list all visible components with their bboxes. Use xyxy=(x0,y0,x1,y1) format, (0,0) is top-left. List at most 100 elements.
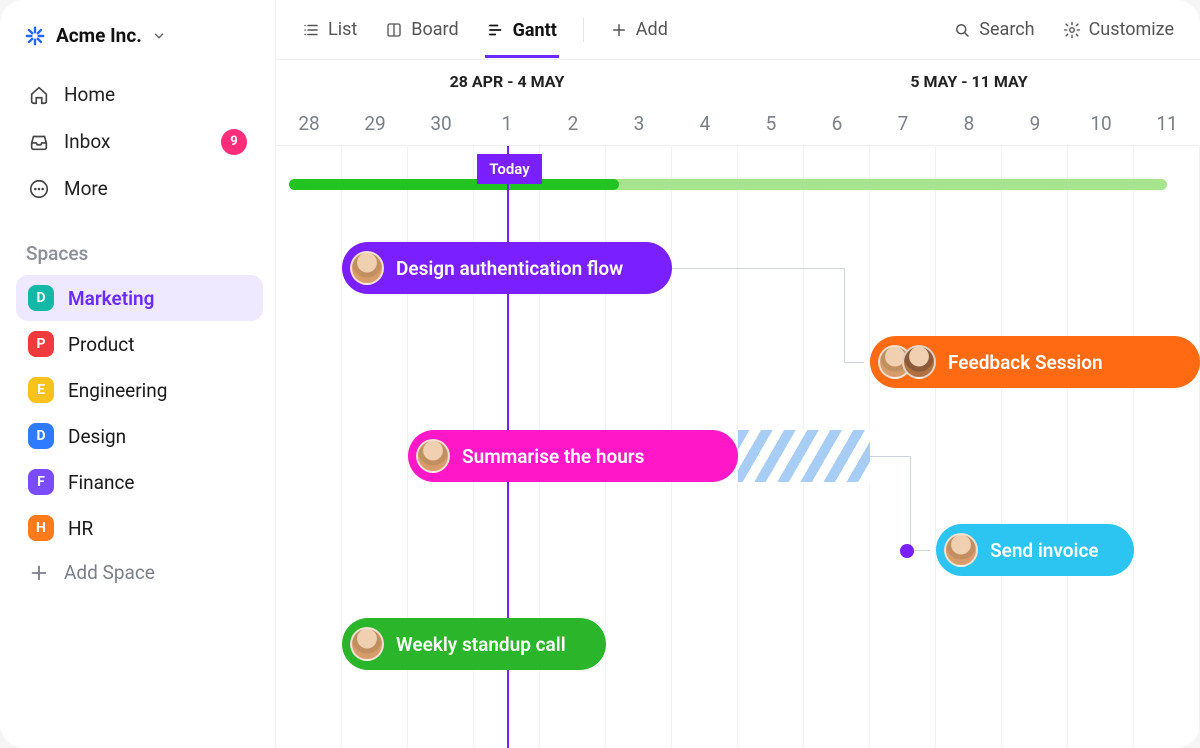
spaces-heading: Spaces xyxy=(26,242,257,265)
space-label: Product xyxy=(68,333,134,356)
sidebar-space-finance[interactable]: F Finance xyxy=(16,459,263,505)
inbox-badge: 9 xyxy=(221,129,247,155)
sidebar-space-marketing[interactable]: D Marketing xyxy=(16,275,263,321)
more-icon xyxy=(28,178,50,200)
space-icon: H xyxy=(28,515,54,541)
view-gantt-label: Gantt xyxy=(513,20,557,41)
task-label: Feedback Session xyxy=(948,351,1103,374)
date-cell[interactable]: 8 xyxy=(936,112,1002,135)
date-cell[interactable]: 11 xyxy=(1134,112,1200,135)
add-space-button[interactable]: Add Space xyxy=(16,551,263,594)
date-cell[interactable]: 2 xyxy=(540,112,606,135)
week-label: 28 APR - 4 MAY xyxy=(276,72,738,91)
task-bar[interactable]: Summarise the hours xyxy=(408,430,738,482)
space-label: Design xyxy=(68,425,126,448)
date-cell[interactable]: 30 xyxy=(408,112,474,135)
date-cell[interactable]: 9 xyxy=(1002,112,1068,135)
nav-more[interactable]: More xyxy=(16,167,263,210)
today-tag: Today xyxy=(477,154,541,184)
view-toolbar: List Board Gantt Add Search xyxy=(276,0,1200,60)
task-label: Design authentication flow xyxy=(396,257,623,280)
inbox-icon xyxy=(28,131,50,153)
list-icon xyxy=(302,21,320,39)
space-icon: F xyxy=(28,469,54,495)
dependency-line xyxy=(910,456,911,550)
date-cell[interactable]: 29 xyxy=(342,112,408,135)
date-cell[interactable]: 6 xyxy=(804,112,870,135)
customize-label: Customize xyxy=(1089,19,1174,40)
view-list[interactable]: List xyxy=(300,13,359,46)
board-icon xyxy=(385,21,403,39)
customize-button[interactable]: Customize xyxy=(1061,13,1176,46)
toolbar-separator xyxy=(583,18,584,42)
view-board[interactable]: Board xyxy=(383,13,460,46)
avatar xyxy=(416,439,450,473)
task-bar[interactable]: Send invoice xyxy=(936,524,1134,576)
space-label: Finance xyxy=(68,471,134,494)
nav-inbox[interactable]: Inbox 9 xyxy=(16,120,263,163)
spaces-list: D MarketingP ProductE EngineeringD Desig… xyxy=(16,275,263,551)
dependency-line xyxy=(672,268,844,269)
task-label: Send invoice xyxy=(990,539,1099,562)
add-view-button[interactable]: Add xyxy=(608,13,670,46)
space-icon: E xyxy=(28,377,54,403)
plus-icon xyxy=(28,562,50,584)
timeline-progress xyxy=(289,179,1167,190)
view-board-label: Board xyxy=(411,19,458,40)
milestone-dot[interactable] xyxy=(900,544,914,558)
sidebar-space-design[interactable]: D Design xyxy=(16,413,263,459)
date-cell[interactable]: 10 xyxy=(1068,112,1134,135)
dependency-line xyxy=(844,362,864,363)
avatar xyxy=(902,345,936,379)
space-icon: P xyxy=(28,331,54,357)
space-label: HR xyxy=(68,517,93,540)
main: List Board Gantt Add Search xyxy=(276,0,1200,748)
avatar xyxy=(350,251,384,285)
add-space-label: Add Space xyxy=(64,561,155,584)
workspace-switcher[interactable]: Acme Inc. xyxy=(16,18,263,61)
date-cell[interactable]: 7 xyxy=(870,112,936,135)
workspace-name: Acme Inc. xyxy=(56,24,142,47)
task-label: Summarise the hours xyxy=(462,445,644,468)
date-cell[interactable]: 3 xyxy=(606,112,672,135)
home-icon xyxy=(28,84,50,106)
sidebar: Acme Inc. Home Inbox 9 More Spaces D Mar… xyxy=(0,0,276,748)
search-button[interactable]: Search xyxy=(951,13,1036,46)
plus-icon xyxy=(610,21,628,39)
nav-home[interactable]: Home xyxy=(16,73,263,116)
nav-home-label: Home xyxy=(64,83,115,106)
view-list-label: List xyxy=(328,19,357,40)
date-cell[interactable]: 1 xyxy=(474,112,540,135)
space-label: Marketing xyxy=(68,287,154,310)
gantt-chart[interactable]: Today Design authentication flow Feedback … xyxy=(276,146,1200,748)
task-bar[interactable]: Weekly standup call xyxy=(342,618,606,670)
timeline-header: 28 APR - 4 MAY5 MAY - 11 MAY 28293012345… xyxy=(276,60,1200,146)
primary-nav: Home Inbox 9 More xyxy=(16,73,263,210)
sidebar-space-hr[interactable]: H HR xyxy=(16,505,263,551)
sidebar-space-engineering[interactable]: E Engineering xyxy=(16,367,263,413)
date-cell[interactable]: 28 xyxy=(276,112,342,135)
space-icon: D xyxy=(28,423,54,449)
view-gantt[interactable]: Gantt xyxy=(485,14,559,58)
sidebar-space-product[interactable]: P Product xyxy=(16,321,263,367)
date-cell[interactable]: 5 xyxy=(738,112,804,135)
dependency-line xyxy=(844,268,845,362)
space-label: Engineering xyxy=(68,379,167,402)
add-view-label: Add xyxy=(636,19,668,40)
date-cell[interactable]: 4 xyxy=(672,112,738,135)
task-label: Weekly standup call xyxy=(396,633,566,656)
task-slack xyxy=(738,430,870,482)
space-icon: D xyxy=(28,285,54,311)
avatar xyxy=(350,627,384,661)
task-bar[interactable]: Design authentication flow xyxy=(342,242,672,294)
avatar xyxy=(944,533,978,567)
chevron-down-icon xyxy=(152,29,166,43)
nav-inbox-label: Inbox xyxy=(64,130,110,153)
timeline-dates: 2829301234567891011 xyxy=(276,102,1200,146)
gantt-icon xyxy=(487,21,505,39)
search-label: Search xyxy=(979,19,1034,40)
logo-icon xyxy=(24,25,46,47)
week-label: 5 MAY - 11 MAY xyxy=(738,72,1200,91)
task-bar[interactable]: Feedback Session xyxy=(870,336,1200,388)
search-icon xyxy=(953,21,971,39)
